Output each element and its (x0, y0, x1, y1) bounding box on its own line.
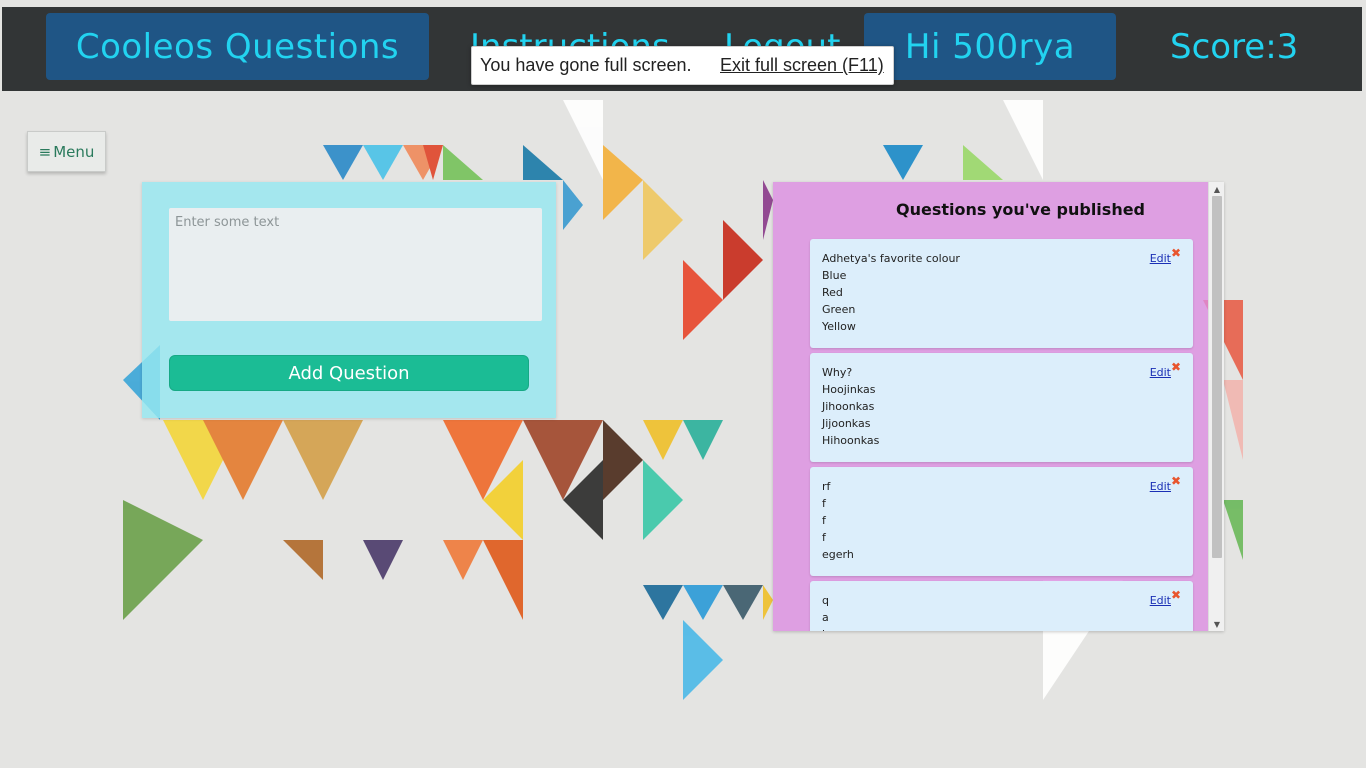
question-text: Adhetya's favorite colour (822, 252, 960, 265)
exit-fullscreen-link[interactable]: Exit full screen (F11) (720, 55, 884, 76)
edit-link[interactable]: Edit (1150, 594, 1171, 607)
close-icon[interactable]: ✖ (1171, 475, 1181, 487)
question-card: q a b Edit ✖ (810, 581, 1193, 631)
published-questions-list: Adhetya's favorite colour Blue Red Green… (810, 239, 1193, 631)
fullscreen-message: You have gone full screen. (480, 55, 692, 75)
fullscreen-notice: You have gone full screen. Exit full scr… (471, 46, 894, 85)
question-text-input[interactable] (169, 208, 542, 321)
answer-option: Hihoonkas (822, 434, 880, 447)
menu-label: Menu (53, 142, 95, 161)
answer-option: f (822, 514, 826, 527)
published-questions-panel: Questions you've published Adhetya's fav… (773, 182, 1224, 631)
hamburger-icon: ≡ (38, 142, 52, 161)
answer-option: b (822, 626, 1181, 631)
close-icon[interactable]: ✖ (1171, 247, 1181, 259)
answer-option: Hoojinkas (822, 383, 876, 396)
menu-button[interactable]: ≡ Menu (27, 131, 106, 172)
answer-option: Green (822, 303, 856, 316)
answer-option: a (822, 611, 829, 624)
question-composer-panel: Add Question (142, 182, 556, 418)
question-card: Adhetya's favorite colour Blue Red Green… (810, 239, 1193, 348)
question-card: rf f f f egerh Edit ✖ (810, 467, 1193, 576)
scroll-up-icon[interactable]: ▲ (1209, 183, 1225, 195)
published-scrollbar[interactable]: ▲ ▼ (1208, 182, 1224, 631)
edit-link[interactable]: Edit (1150, 480, 1171, 493)
answer-option: Jijoonkas (822, 417, 871, 430)
answer-option: Jihoonkas (822, 400, 875, 413)
question-text: rf (822, 480, 831, 493)
scroll-thumb[interactable] (1212, 196, 1222, 558)
edit-link[interactable]: Edit (1150, 366, 1171, 379)
edit-link[interactable]: Edit (1150, 252, 1171, 265)
close-icon[interactable]: ✖ (1171, 361, 1181, 373)
question-text: q (822, 594, 829, 607)
question-card: Why? Hoojinkas Jihoonkas Jijoonkas Hihoo… (810, 353, 1193, 462)
answer-option: Blue (822, 269, 847, 282)
answer-option: f (822, 531, 826, 544)
answer-option: Red (822, 286, 843, 299)
add-question-button[interactable]: Add Question (169, 355, 529, 391)
answer-option: f (822, 497, 826, 510)
question-text: Why? (822, 366, 853, 379)
score-display: Score:3 (1170, 26, 1299, 67)
answer-option: egerh (822, 548, 854, 561)
answer-option: Yellow (822, 320, 856, 333)
brand-link[interactable]: Cooleos Questions (46, 13, 429, 80)
scroll-down-icon[interactable]: ▼ (1209, 618, 1225, 630)
close-icon[interactable]: ✖ (1171, 589, 1181, 601)
user-greeting[interactable]: Hi 500rya (864, 13, 1116, 80)
published-title: Questions you've published (895, 200, 1146, 219)
